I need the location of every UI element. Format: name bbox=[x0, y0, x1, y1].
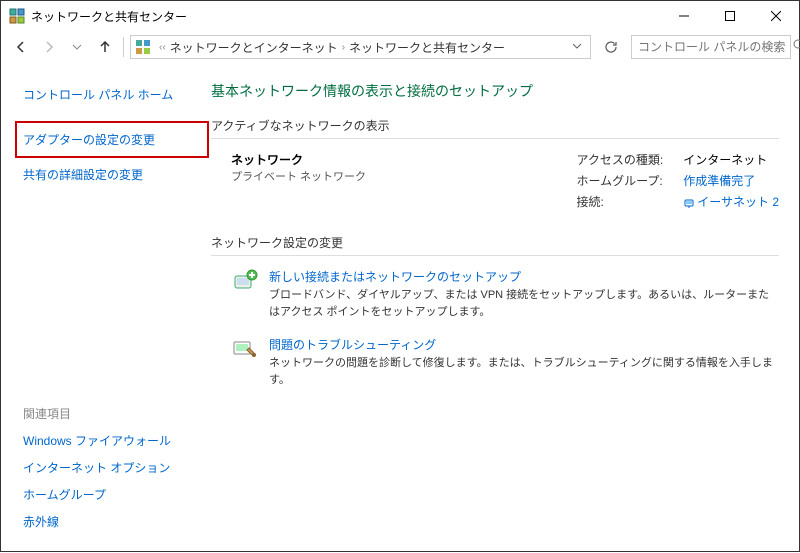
page-heading: 基本ネットワーク情報の表示と接続のセットアップ bbox=[211, 81, 779, 101]
setup-connection-link[interactable]: 新しい接続またはネットワークのセットアップ bbox=[269, 270, 521, 284]
nav-separator bbox=[123, 37, 124, 57]
sidebar-link-internet-options[interactable]: インターネット オプション bbox=[23, 454, 201, 481]
minimize-button[interactable] bbox=[661, 1, 707, 31]
sidebar-link-firewall[interactable]: Windows ファイアウォール bbox=[23, 427, 201, 454]
troubleshoot-item: 問題のトラブルシューティング ネットワークの問題を診断して修復します。または、ト… bbox=[211, 336, 779, 388]
breadcrumb-item-2[interactable]: ネットワークと共有センター bbox=[349, 39, 505, 56]
sidebar: コントロール パネル ホーム アダプターの設定の変更 共有の詳細設定の変更 関連… bbox=[1, 63, 201, 553]
connection-link[interactable]: イーサネット 2 bbox=[683, 193, 779, 210]
active-network-block: ネットワーク プライベート ネットワーク アクセスの種類: インターネット ホー… bbox=[211, 151, 779, 210]
connection-label: 接続: bbox=[576, 193, 663, 210]
close-button[interactable] bbox=[753, 1, 799, 31]
maximize-button[interactable] bbox=[707, 1, 753, 31]
homegroup-label: ホームグループ: bbox=[576, 172, 663, 189]
setup-connection-item: 新しい接続またはネットワークのセットアップ ブロードバンド、ダイヤルアップ、また… bbox=[211, 268, 779, 320]
breadcrumb-item-1[interactable]: ネットワークとインターネット bbox=[170, 39, 338, 56]
access-type-value: インターネット bbox=[683, 151, 779, 168]
sidebar-link-homegroup[interactable]: ホームグループ bbox=[23, 481, 201, 508]
search-input[interactable] bbox=[638, 40, 793, 54]
access-type-label: アクセスの種類: bbox=[576, 151, 663, 168]
troubleshoot-link[interactable]: 問題のトラブルシューティング bbox=[269, 338, 436, 352]
breadcrumb-icon bbox=[135, 39, 151, 55]
ethernet-icon bbox=[683, 197, 695, 209]
nav-bar: ‹‹ ネットワークとインターネット › ネットワークと共有センター bbox=[1, 31, 799, 63]
sidebar-link-home[interactable]: コントロール パネル ホーム bbox=[23, 81, 201, 108]
nav-forward-button[interactable] bbox=[37, 35, 61, 59]
window-controls bbox=[661, 1, 799, 31]
bc-chevron[interactable]: ‹‹ bbox=[159, 42, 166, 53]
sidebar-link-infrared[interactable]: 赤外線 bbox=[23, 508, 201, 535]
network-name: ネットワーク bbox=[231, 151, 576, 168]
main-panel: 基本ネットワーク情報の表示と接続のセットアップ アクティブなネットワークの表示 … bbox=[201, 63, 799, 553]
active-network-title: アクティブなネットワークの表示 bbox=[211, 117, 779, 139]
network-type: プライベート ネットワーク bbox=[231, 168, 576, 184]
network-settings-title: ネットワーク設定の変更 bbox=[211, 234, 779, 256]
nav-back-button[interactable] bbox=[9, 35, 33, 59]
sidebar-link-sharing-settings[interactable]: 共有の詳細設定の変更 bbox=[23, 161, 201, 188]
app-icon bbox=[9, 8, 25, 24]
breadcrumb-dropdown[interactable] bbox=[568, 40, 586, 54]
bc-chevron[interactable]: › bbox=[342, 42, 345, 53]
refresh-button[interactable] bbox=[599, 35, 623, 59]
homegroup-link[interactable]: 作成準備完了 bbox=[683, 172, 779, 189]
related-title: 関連項目 bbox=[23, 400, 201, 427]
network-info: ネットワーク プライベート ネットワーク bbox=[231, 151, 576, 210]
title-bar: ネットワークと共有センター bbox=[1, 1, 799, 31]
content-area: コントロール パネル ホーム アダプターの設定の変更 共有の詳細設定の変更 関連… bbox=[1, 63, 799, 553]
setup-connection-desc: ブロードバンド、ダイヤルアップ、または VPN 接続をセットアップします。あるい… bbox=[269, 287, 779, 320]
sidebar-related: 関連項目 Windows ファイアウォール インターネット オプション ホームグ… bbox=[23, 400, 201, 535]
nav-up-button[interactable] bbox=[93, 35, 117, 59]
network-details: アクセスの種類: インターネット ホームグループ: 作成準備完了 接続: イーサ… bbox=[576, 151, 779, 210]
window-title: ネットワークと共有センター bbox=[31, 8, 661, 25]
nav-recent-button[interactable] bbox=[65, 35, 89, 59]
search-icon[interactable] bbox=[793, 39, 800, 55]
setup-connection-icon bbox=[231, 268, 259, 296]
troubleshoot-icon bbox=[231, 336, 259, 364]
breadcrumb[interactable]: ‹‹ ネットワークとインターネット › ネットワークと共有センター bbox=[130, 35, 591, 59]
search-box[interactable] bbox=[631, 35, 791, 59]
sidebar-link-adapter-settings[interactable]: アダプターの設定の変更 bbox=[23, 126, 201, 153]
troubleshoot-desc: ネットワークの問題を診断して修復します。または、トラブルシューティングに関する情… bbox=[269, 355, 779, 388]
